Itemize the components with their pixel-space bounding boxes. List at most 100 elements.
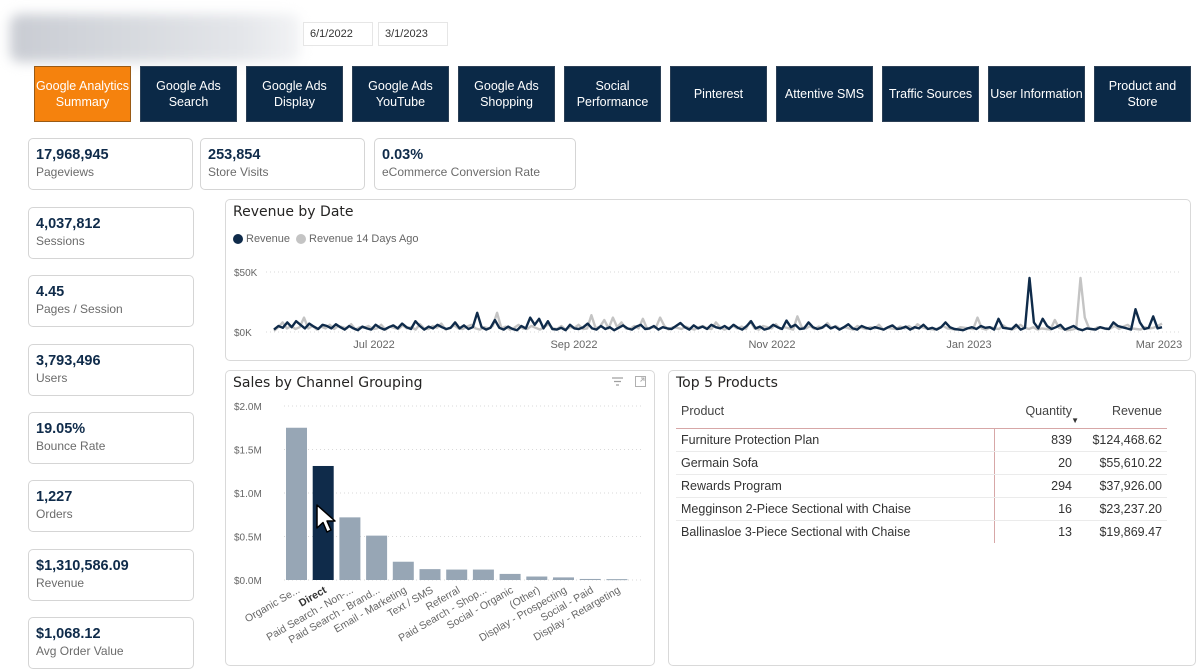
table-row[interactable]: Ballinasloe 3-Piece Sectional with Chais… — [676, 520, 1167, 543]
blurred-logo — [10, 14, 300, 62]
revenue-cell: $124,468.62 — [1077, 428, 1167, 452]
table-row[interactable]: Rewards Program 294 $37,926.00 — [676, 474, 1167, 498]
kpi-value: 4.45 — [36, 284, 65, 300]
nav-google-analytics-summary[interactable]: Google Analytics Summary — [34, 66, 131, 122]
kpi-card-users: 3,793,496 Users — [28, 344, 194, 396]
kpi-label: Users — [36, 371, 68, 385]
mouse-cursor-icon — [316, 504, 338, 540]
product-cell: Megginson 2-Piece Sectional with Chaise — [676, 497, 995, 521]
kpi-card-avg-order-value: $1,068.12 Avg Order Value — [28, 617, 194, 669]
column-header-revenue[interactable]: Revenue — [1077, 395, 1167, 429]
x-tick-label: Sep 2022 — [550, 339, 597, 351]
bar[interactable] — [472, 569, 494, 580]
kpi-label: Revenue — [36, 576, 85, 590]
bar[interactable] — [499, 573, 521, 580]
end-date-input[interactable]: 3/1/2023 — [378, 22, 448, 46]
bar[interactable] — [286, 427, 307, 580]
nav-traffic-sources[interactable]: Traffic Sources — [882, 66, 979, 122]
quantity-cell: 16 — [994, 497, 1077, 521]
column-header-quantity[interactable]: Quantity ▼ — [994, 395, 1079, 429]
bar[interactable] — [526, 576, 548, 580]
revenue-cell: $19,869.47 — [1099, 524, 1162, 539]
bar[interactable] — [339, 517, 361, 580]
nav-product-and-store[interactable]: Product and Store — [1094, 66, 1191, 122]
top-5-products-panel: Top 5 Products Product Quantity ▼ Revenue… — [668, 370, 1196, 666]
revenue-line-chart[interactable]: $0K $50K Jul 2022 Sep 2022 Nov 2022 Jan 2023 M… — [226, 200, 1192, 362]
kpi-value: $1,310,586.09 — [36, 558, 129, 574]
channel-bar-chart[interactable]: $0.0M$0.5M$1.0M$1.5M$2.0MOrganic Se...Di… — [226, 371, 656, 667]
bar[interactable] — [446, 569, 468, 580]
x-tick-label: Jan 2023 — [946, 339, 991, 351]
kpi-card-store-visits: 253,854 Store Visits — [200, 138, 365, 190]
bar[interactable] — [606, 579, 628, 581]
y-tick-label: $1.0M — [234, 489, 262, 500]
bar[interactable] — [392, 561, 414, 580]
start-date-input[interactable]: 6/1/2022 — [303, 22, 373, 46]
nav-attentive-sms[interactable]: Attentive SMS — [776, 66, 873, 122]
kpi-label: Pages / Session — [36, 302, 123, 316]
bar[interactable] — [366, 535, 388, 580]
kpi-value: 19.05% — [36, 421, 86, 437]
nav-pinterest[interactable]: Pinterest — [670, 66, 767, 122]
nav-google-ads-display[interactable]: Google Ads Display — [246, 66, 343, 122]
y-tick-label: $0.0M — [234, 576, 262, 587]
nav-user-information[interactable]: User Information — [988, 66, 1085, 122]
kpi-label: Pageviews — [36, 165, 95, 179]
product-cell: Ballinasloe 3-Piece Sectional with Chais… — [676, 520, 995, 543]
kpi-value: 1,227 — [36, 489, 73, 505]
x-tick-label: Mar 2023 — [1136, 339, 1182, 351]
sales-by-channel-panel[interactable]: Sales by Channel Grouping $0.0M $0.5M $1.0… — [225, 370, 655, 666]
y-tick-label: $2.0M — [234, 402, 262, 413]
kpi-label: Bounce Rate — [36, 439, 106, 453]
series-line-revenue — [273, 276, 1163, 332]
kpi-label: Avg Order Value — [36, 644, 124, 658]
quantity-cell: 839 — [994, 428, 1077, 452]
product-cell: Rewards Program — [676, 474, 995, 498]
table-row[interactable]: Furniture Protection Plan 839 $124,468.62 — [676, 428, 1167, 452]
revenue-cell: $55,610.22 — [1077, 451, 1167, 475]
products-table: Product Quantity ▼ Revenue Furniture Prot… — [676, 395, 1167, 543]
table-header-row: Product Quantity ▼ Revenue — [676, 395, 1167, 429]
kpi-label: Store Visits — [208, 165, 269, 179]
table-row[interactable]: Megginson 2-Piece Sectional with Chaise 1… — [676, 497, 1167, 521]
kpi-value: 253,854 — [208, 147, 261, 163]
nav-google-ads-youtube[interactable]: Google Ads YouTube — [352, 66, 449, 122]
kpi-card-orders: 1,227 Orders — [28, 480, 194, 532]
y-tick-label: $50K — [234, 268, 258, 279]
table-row[interactable]: Germain Sofa 20 $55,610.22 — [676, 451, 1167, 475]
y-tick-label: $0.5M — [234, 533, 262, 544]
kpi-card-pageviews: 17,968,945 Pageviews — [28, 138, 193, 190]
revenue-by-date-panel[interactable]: Revenue by Date Revenue Revenue 14 Days … — [225, 199, 1191, 361]
column-header-quantity-label: Quantity — [1025, 404, 1072, 419]
nav-social-performance[interactable]: Social Performance — [564, 66, 661, 122]
kpi-label: Sessions — [36, 234, 85, 248]
bar[interactable] — [553, 577, 574, 580]
quantity-cell: 294 — [994, 474, 1077, 498]
nav-google-ads-shopping[interactable]: Google Ads Shopping — [458, 66, 555, 122]
product-cell: Furniture Protection Plan — [676, 428, 995, 452]
y-tick-label: $0K — [234, 328, 252, 339]
quantity-cell: 13 — [1058, 524, 1072, 539]
nav-google-ads-search[interactable]: Google Ads Search — [140, 66, 237, 122]
kpi-value: 3,793,496 — [36, 353, 101, 369]
x-tick-label: Nov 2022 — [748, 339, 795, 351]
kpi-value: 0.03% — [382, 147, 424, 163]
revenue-cell: $23,237.20 — [1077, 497, 1167, 521]
kpi-value: 4,037,812 — [36, 216, 101, 232]
quantity-cell: 20 — [994, 451, 1077, 475]
y-tick-label: $1.5M — [234, 446, 262, 457]
kpi-value: $1,068.12 — [36, 626, 101, 642]
bar[interactable] — [579, 578, 601, 580]
kpi-value: 17,968,945 — [36, 147, 109, 163]
kpi-label: Orders — [36, 507, 73, 521]
column-header-product[interactable]: Product — [676, 395, 994, 429]
kpi-card-pages-per-session: 4.45 Pages / Session — [28, 275, 194, 327]
bar[interactable] — [419, 569, 441, 580]
product-cell: Germain Sofa — [676, 451, 995, 475]
kpi-card-sessions: 4,037,812 Sessions — [28, 207, 194, 259]
revenue-cell: $37,926.00 — [1077, 474, 1167, 498]
kpi-card-revenue: $1,310,586.09 Revenue — [28, 549, 194, 601]
kpi-label: eCommerce Conversion Rate — [382, 165, 541, 179]
kpi-card-ecommerce-conversion-rate: 0.03% eCommerce Conversion Rate — [374, 138, 576, 190]
kpi-card-bounce-rate: 19.05% Bounce Rate — [28, 412, 194, 464]
